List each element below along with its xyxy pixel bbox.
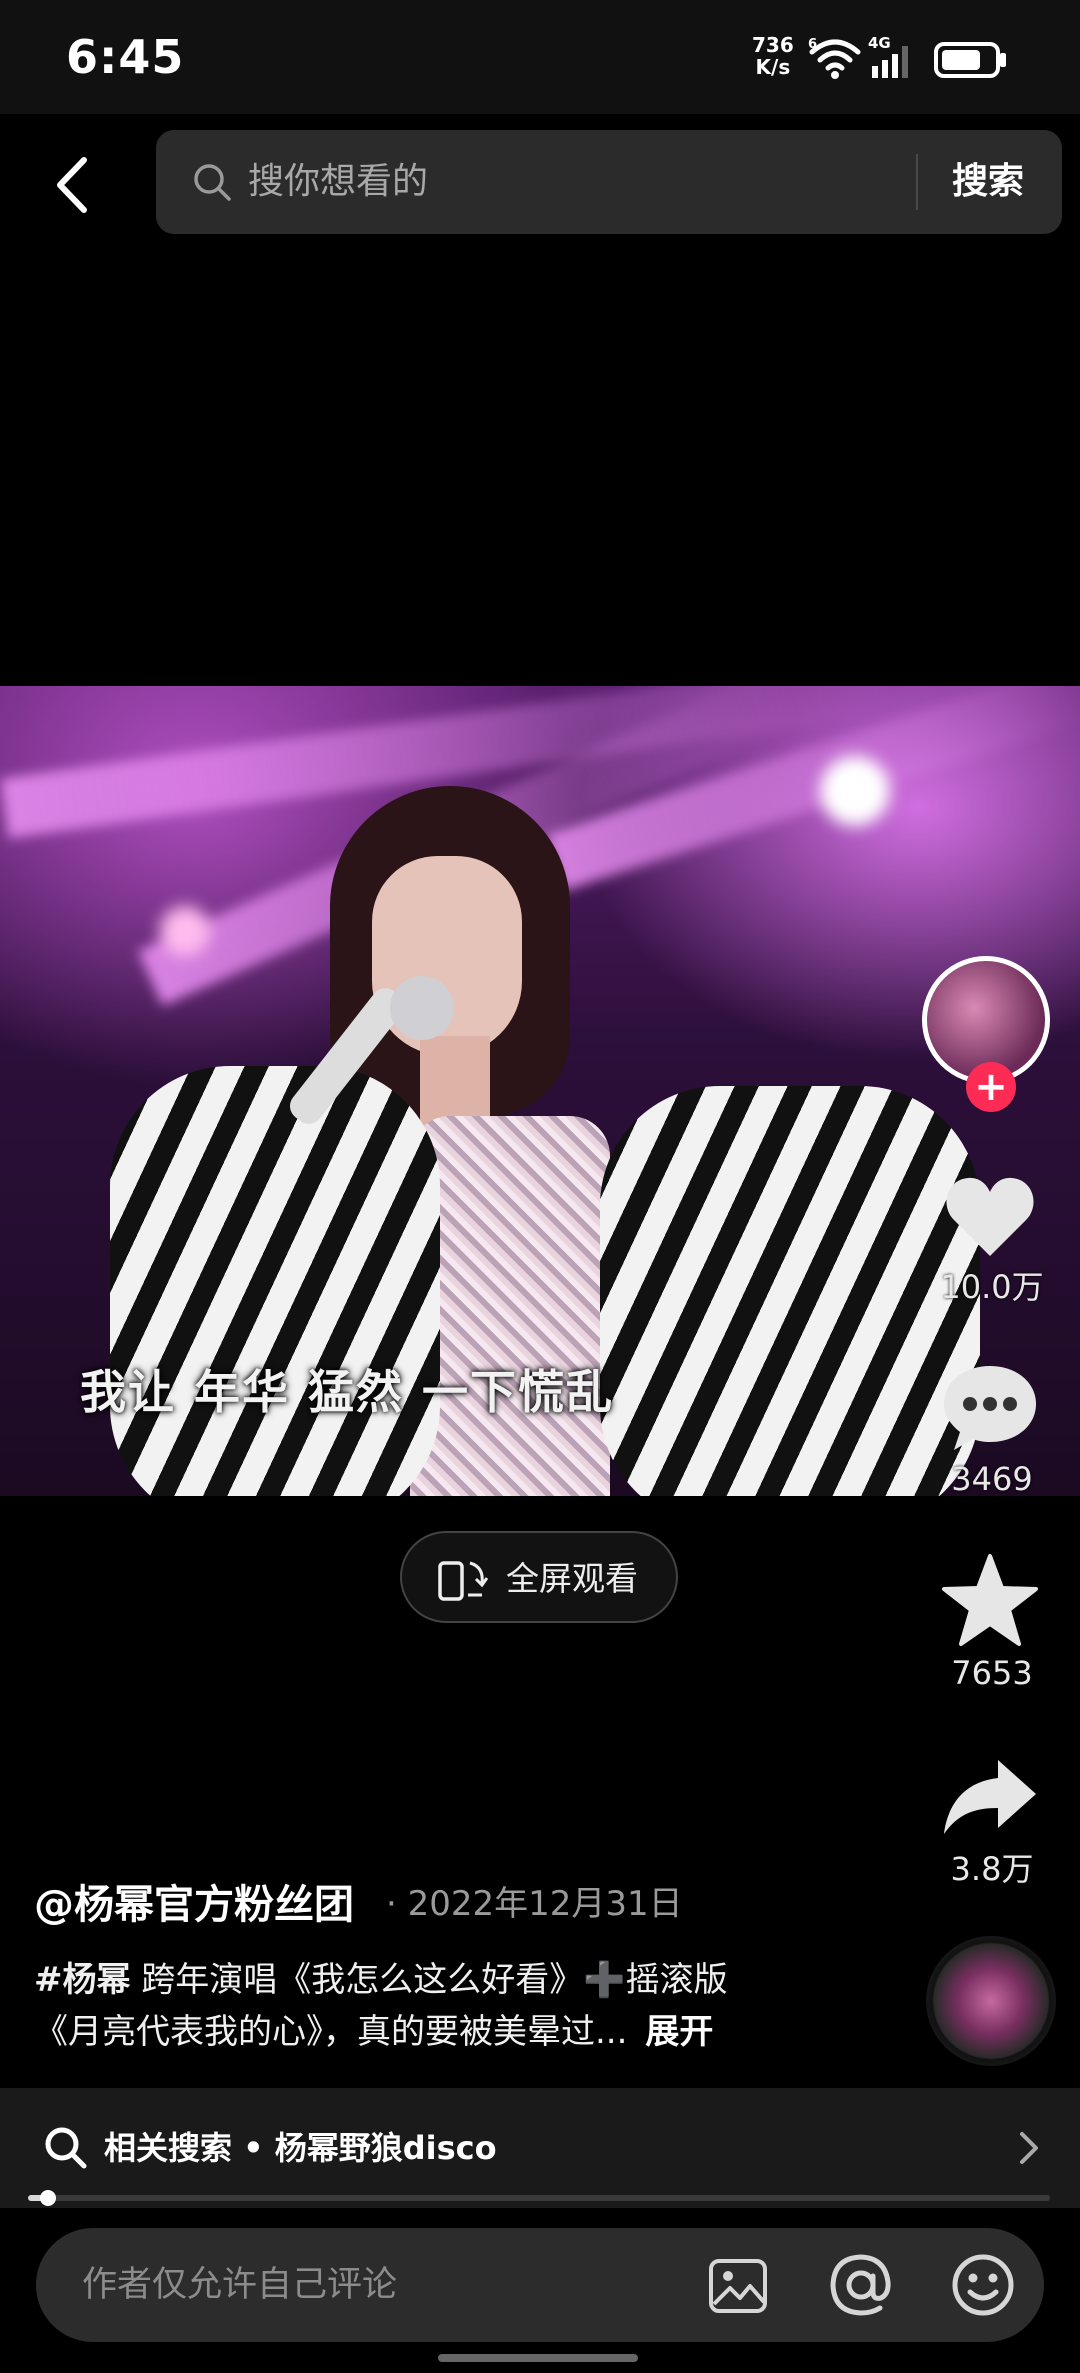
stage-light-spot — [820, 756, 890, 826]
related-search-bar[interactable]: 相关搜索 • 杨幂野狼disco — [0, 2088, 1080, 2208]
fur-coat-left — [110, 1066, 440, 1496]
image-picker-icon[interactable] — [708, 2258, 768, 2314]
video-progress-track[interactable] — [28, 2195, 1050, 2201]
post-date: · 2022年12月31日 — [386, 1884, 683, 1924]
caption-text-1: 跨年演唱《我怎么这么好看》➕摇滚版 — [130, 1960, 728, 2000]
fullscreen-label: 全屏观看 — [506, 1559, 638, 1598]
comment-count: 3469 — [951, 1460, 1033, 1498]
related-search-label: 相关搜索 • 杨幂野狼disco — [104, 2129, 497, 2167]
chevron-right-icon — [1020, 2132, 1038, 2164]
rotate-phone-icon — [438, 1561, 488, 1601]
network-speed-value: 736 — [752, 33, 794, 57]
back-button[interactable] — [48, 150, 98, 220]
music-disc[interactable] — [926, 1936, 1056, 2066]
cellular-signal-icon: 4G — [868, 34, 908, 78]
search-input[interactable]: 搜你想看的 — [248, 154, 428, 210]
search-button[interactable]: 搜索 — [952, 154, 1024, 210]
video-progress-knob[interactable] — [40, 2190, 56, 2206]
caption-line-1: #杨幂 跨年演唱《我怎么这么好看》➕摇滚版 — [34, 1952, 894, 2001]
expand-caption-link[interactable]: 展开 — [645, 2012, 713, 2052]
comment-bar[interactable]: 作者仅允许自己评论 — [36, 2228, 1044, 2342]
signal-label: 4G — [868, 34, 891, 52]
share-count: 3.8万 — [950, 1850, 1034, 1888]
battery-icon — [934, 42, 1006, 78]
home-indicator[interactable] — [438, 2354, 638, 2362]
follow-button[interactable]: + — [966, 1062, 1016, 1112]
search-bar[interactable]: 搜你想看的 搜索 — [156, 130, 1062, 234]
video-subtitle: 我让 年华 猛然 一下慌乱 — [80, 1365, 615, 1419]
video-player[interactable]: 我让 年华 猛然 一下慌乱 — [0, 686, 1080, 1496]
status-time: 6:45 — [66, 30, 185, 84]
favorite-star-icon[interactable] — [940, 1552, 1040, 1652]
comment-icon[interactable] — [940, 1358, 1040, 1458]
wifi-icon: 6 — [808, 37, 861, 79]
stage-light-spot — [160, 906, 210, 956]
wifi-label: 6 — [808, 37, 817, 52]
network-speed-unit: K/s — [755, 55, 791, 79]
like-count: 10.0万 — [940, 1268, 1044, 1306]
network-speed: 736 K/s — [752, 34, 794, 78]
mention-at-icon[interactable] — [828, 2252, 894, 2318]
search-divider — [916, 154, 918, 210]
caption-text-2: 《月亮代表我的心》，真的要被美晕过... — [34, 2012, 628, 2052]
search-icon — [194, 164, 231, 201]
microphone-head — [390, 976, 454, 1040]
emoji-icon[interactable] — [950, 2252, 1016, 2318]
favorite-count: 7653 — [951, 1654, 1033, 1692]
singer-dress — [410, 1116, 610, 1496]
comment-input[interactable]: 作者仅允许自己评论 — [82, 2256, 397, 2314]
hashtag-link[interactable]: #杨幂 — [34, 1960, 131, 2000]
plus-icon: + — [974, 1064, 1008, 1110]
status-bar: 6:45 736 K/s 6 4G — [0, 0, 1080, 114]
author-name-link[interactable]: @杨幂官方粉丝团 — [34, 1872, 354, 1930]
search-icon — [45, 2127, 87, 2169]
caption-line-2: 《月亮代表我的心》，真的要被美晕过... 展开 — [34, 2004, 894, 2053]
like-heart-icon[interactable] — [940, 1166, 1040, 1266]
fullscreen-button[interactable]: 全屏观看 — [400, 1531, 678, 1623]
battery-level-fill — [942, 50, 980, 70]
share-arrow-icon[interactable] — [940, 1748, 1040, 1848]
singer-neck — [420, 1036, 490, 1126]
